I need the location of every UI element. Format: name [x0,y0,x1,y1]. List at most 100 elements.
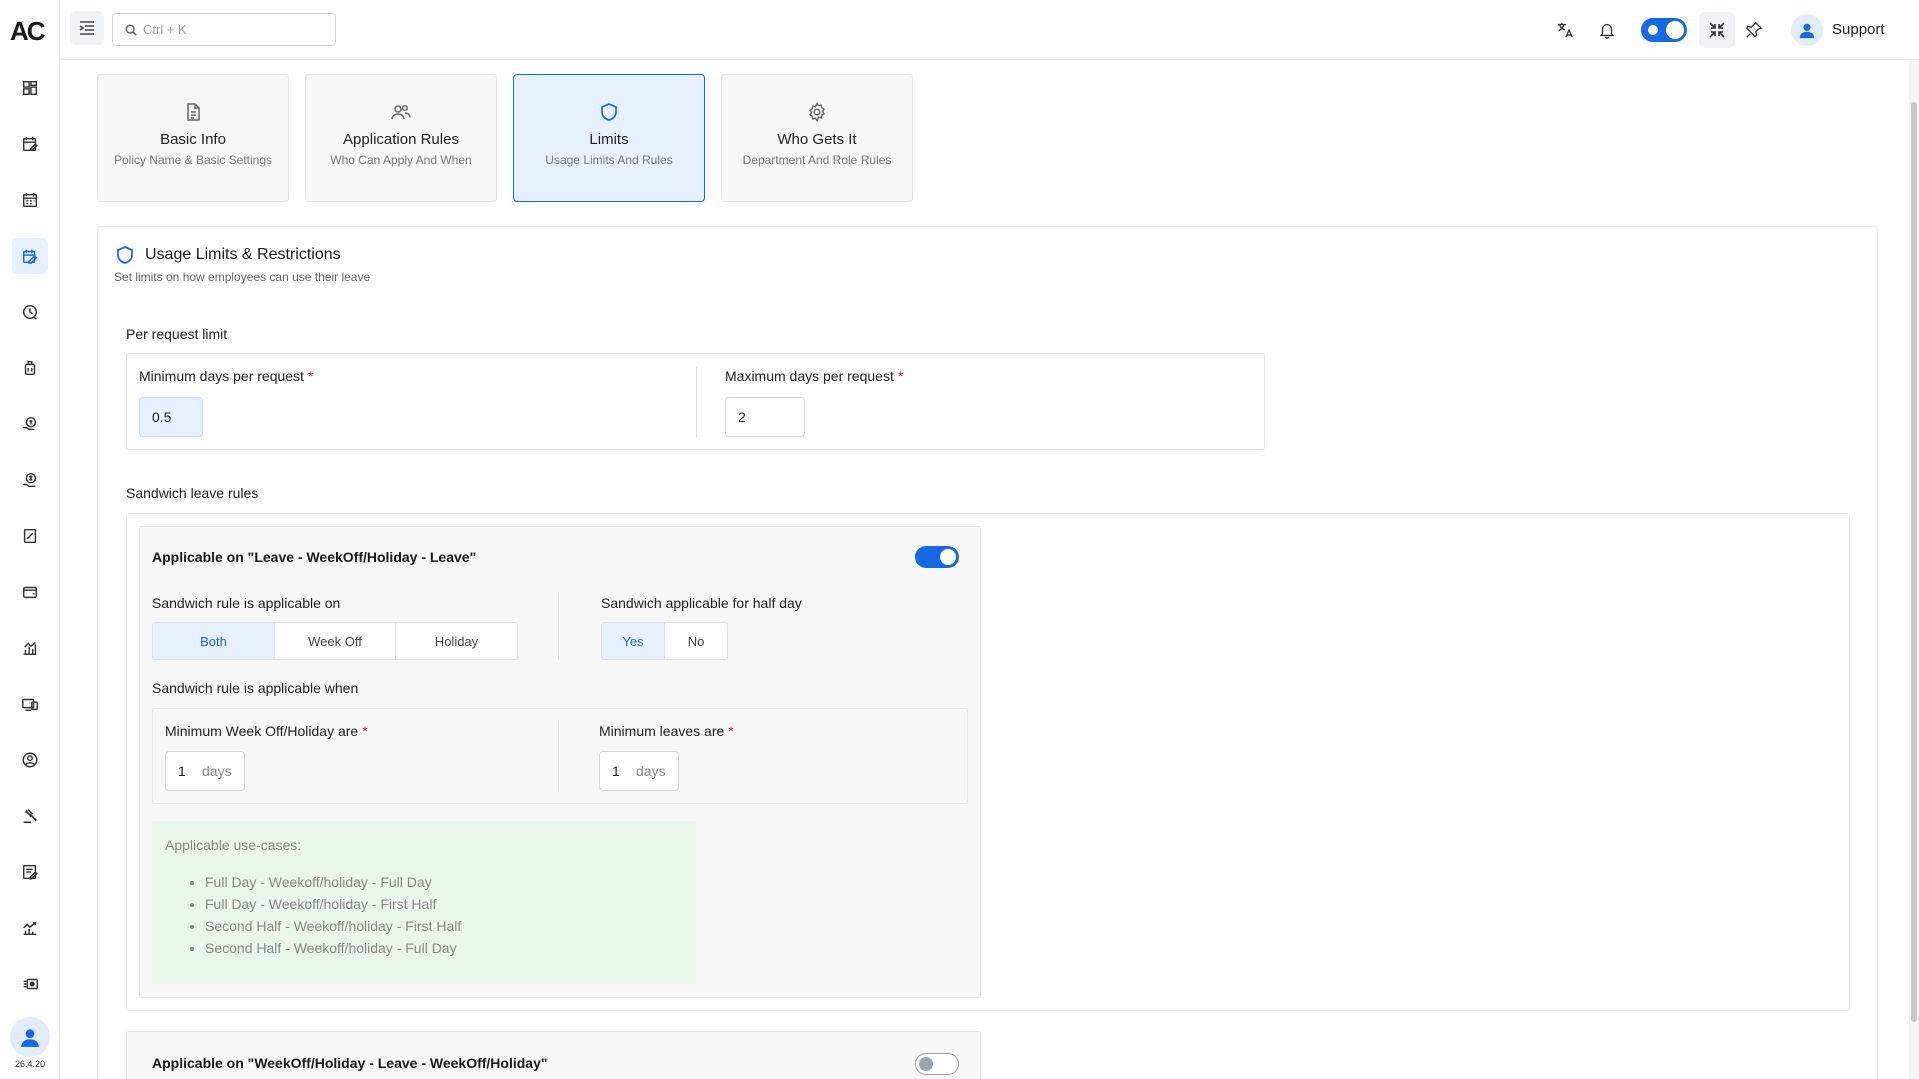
usecases-list: Full Day - Weekoff/holiday - Full Day Fu… [205,871,461,959]
min-leaves-label-text: Minimum leaves are [599,723,725,739]
tasks-icon[interactable] [12,854,48,890]
theme-toggle[interactable] [1641,18,1687,42]
tax-icon[interactable] [12,518,48,554]
support-avatar[interactable] [1791,14,1823,46]
min-days-label: Minimum days per request * [139,368,313,384]
step-title: Basic Info [160,131,226,148]
applicable-on-segmented: Both Week Off Holiday [152,622,518,660]
menu-toggle-button[interactable] [70,11,104,45]
rule-title: Applicable on "WeekOff/Holiday - Leave -… [152,1055,548,1071]
sandwich-heading: Sandwich leave rules [126,485,259,501]
max-days-label-text: Maximum days per request [725,368,894,384]
option-holiday[interactable]: Holiday [396,623,517,659]
section-header: Usage Limits & Restrictions [115,245,341,265]
step-limits[interactable]: Limits Usage Limits And Rules [513,74,705,202]
devices-icon[interactable] [12,686,48,722]
step-subtitle: Who Can Apply And When [330,153,472,167]
min-weekoff-field[interactable]: days [165,751,245,791]
dashboard-icon[interactable] [12,70,48,106]
leave-icon[interactable] [12,238,48,274]
luggage-icon[interactable] [12,350,48,386]
list-item: Second Half - Weekoff/holiday - Full Day [205,937,461,959]
option-week-off[interactable]: Week Off [275,623,396,659]
divider [696,367,697,437]
page-scrollbar[interactable] [1909,60,1919,1079]
fullscreen-collapse-button[interactable] [1699,12,1735,48]
required-asterisk: * [362,723,368,739]
app-version: 26.4.20 [14,1059,46,1069]
applicable-when-label: Sandwich rule is applicable when [152,680,359,696]
divider [558,592,559,660]
days-unit: days [202,763,232,779]
attendance-icon[interactable] [12,126,48,162]
required-asterisk: * [307,368,314,384]
assets-icon[interactable] [12,966,48,1002]
min-days-input[interactable] [139,397,203,437]
expense-icon[interactable] [12,462,48,498]
max-days-input[interactable] [725,397,805,437]
step-title: Application Rules [343,131,459,148]
toggle-knob [1666,21,1684,39]
step-subtitle: Department And Role Rules [742,153,892,167]
rule1-toggle[interactable] [915,546,959,568]
half-day-label: Sandwich applicable for half day [601,595,802,611]
gear-icon [809,102,825,122]
app-logo[interactable]: AC [10,16,50,46]
scrollbar-thumb[interactable] [1911,102,1917,1022]
time-tracking-icon[interactable] [12,294,48,330]
users-icon [391,104,411,120]
min-weekoff-input[interactable] [178,763,196,779]
section-title: Usage Limits & Restrictions [145,246,341,263]
support-label[interactable]: Support [1832,21,1885,38]
search-box[interactable] [112,13,336,46]
min-weekoff-label-text: Minimum Week Off/Holiday are [165,723,359,739]
rule-title: Applicable on "Leave - WeekOff/Holiday -… [152,549,477,565]
search-input[interactable] [143,22,323,37]
step-who-gets-it[interactable]: Who Gets It Department And Role Rules [721,74,913,202]
moon-icon [1648,25,1658,35]
user-avatar[interactable] [10,1017,50,1057]
section-subtitle: Set limits on how employees can use thei… [114,270,371,284]
reports-icon[interactable] [12,630,48,666]
shield-icon [117,246,133,264]
min-leaves-input[interactable] [612,763,630,779]
step-title: Limits [589,131,629,148]
step-application-rules[interactable]: Application Rules Who Can Apply And When [305,74,497,202]
calendar-icon[interactable] [12,182,48,218]
option-yes[interactable]: Yes [602,623,665,659]
max-days-label: Maximum days per request * [725,368,903,384]
rule2-toggle[interactable] [915,1053,959,1075]
step-subtitle: Usage Limits And Rules [545,153,673,167]
analytics-icon[interactable] [12,910,48,946]
toggle-knob [919,1056,933,1071]
required-asterisk: * [728,723,734,739]
divider [558,720,559,792]
min-leaves-field[interactable]: days [599,751,679,791]
required-asterisk: * [897,368,904,384]
profile-icon[interactable] [12,742,48,778]
bell-icon[interactable] [1593,16,1621,44]
step-title: Who Gets It [777,131,857,148]
pin-icon[interactable] [1740,16,1768,44]
option-both[interactable]: Both [153,623,275,659]
sidebar: AC 26.4.20 [0,0,60,1079]
menu-indent-icon [79,21,94,35]
shield-icon [601,103,617,121]
wallet-icon[interactable] [12,574,48,610]
min-days-label-text: Minimum days per request [139,368,304,384]
usecases-panel: Applicable use-cases: Full Day - Weekoff… [152,821,696,984]
option-no[interactable]: No [665,623,727,659]
collapse-icon [1709,22,1725,38]
document-icon [187,103,200,121]
payroll-icon[interactable] [12,406,48,442]
topbar: Support [60,0,1919,60]
legal-icon[interactable] [12,798,48,834]
list-item: Full Day - Weekoff/holiday - Full Day [205,871,461,893]
list-item: Full Day - Weekoff/holiday - First Half [205,893,461,915]
usecases-title: Applicable use-cases: [165,837,302,853]
list-item: Second Half - Weekoff/holiday - First Ha… [205,915,461,937]
per-request-heading: Per request limit [126,326,228,342]
step-basic-info[interactable]: Basic Info Policy Name & Basic Settings [97,74,289,202]
translate-icon[interactable] [1551,16,1579,44]
applicable-on-label: Sandwich rule is applicable on [152,595,341,611]
